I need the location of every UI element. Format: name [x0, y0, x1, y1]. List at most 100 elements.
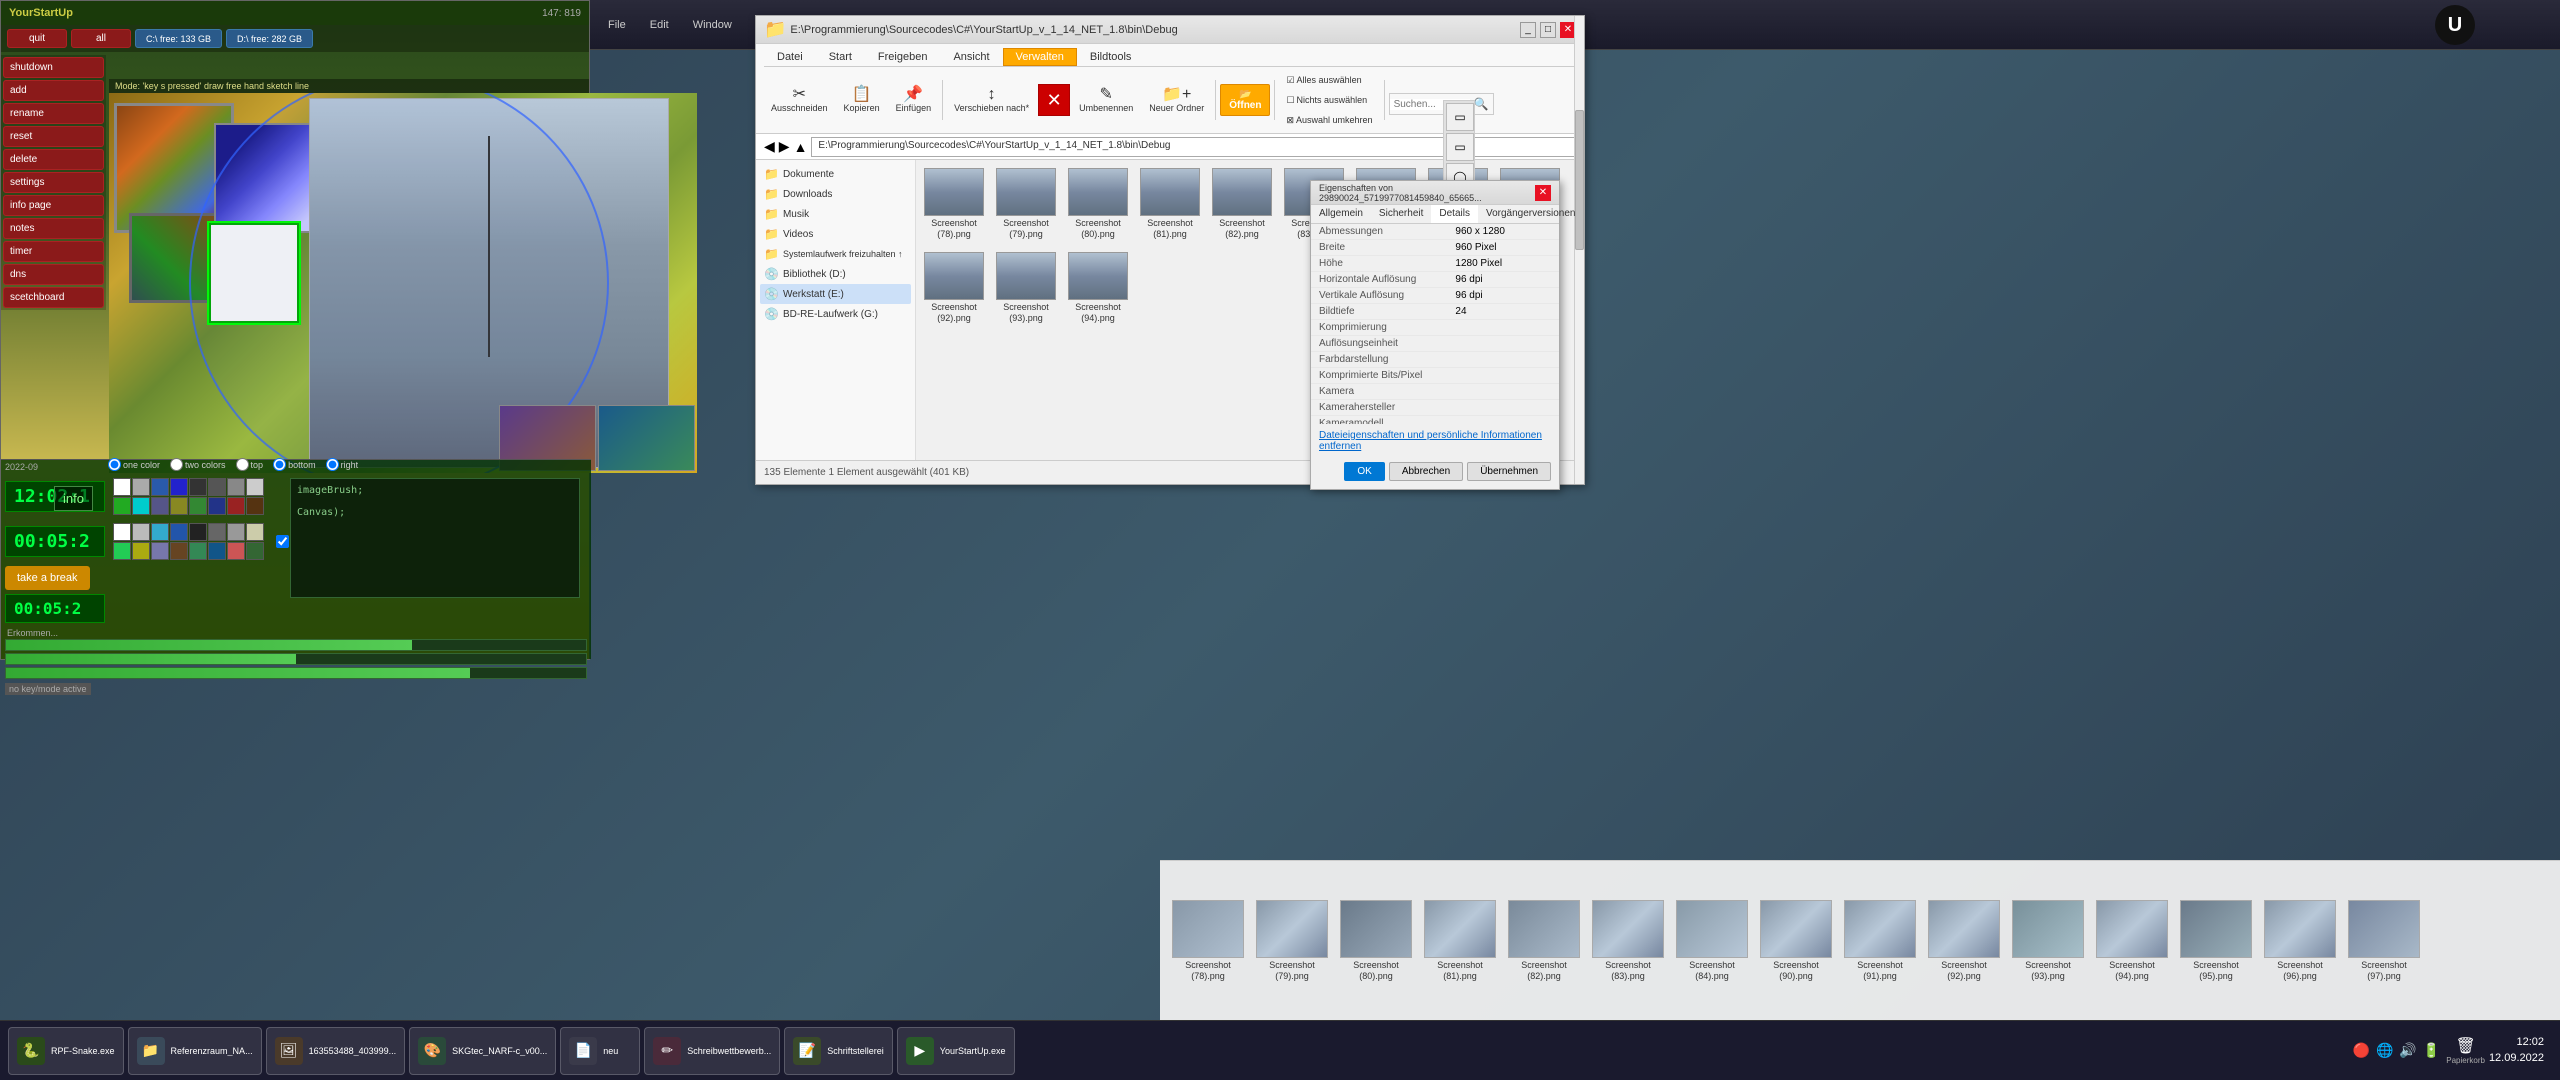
checkbox-1[interactable]	[276, 535, 289, 548]
taskbar-schreibwettbewerb[interactable]: ✏ Schreibwettbewerb...	[644, 1027, 780, 1075]
screenshot-79[interactable]: Screenshot(79).png	[1252, 897, 1332, 985]
screenshot-95[interactable]: Screenshot(95).png	[2176, 897, 2256, 985]
btn-loeschen[interactable]: ✕	[1038, 84, 1070, 116]
color2-teal[interactable]	[189, 542, 207, 560]
file-thumb-93[interactable]: Screenshot(93).png	[992, 248, 1060, 328]
taskbar-referenzraum[interactable]: 📁 Referenzraum_NA...	[128, 1027, 262, 1075]
props-ok-button[interactable]: OK	[1344, 462, 1384, 481]
color-green2[interactable]	[189, 497, 207, 515]
ue-menu-window[interactable]: Window	[685, 15, 740, 35]
screenshot-80[interactable]: Screenshot(80).png	[1336, 897, 1416, 985]
color2-yellow[interactable]	[132, 542, 150, 560]
btn-ausschneiden[interactable]: ✂ Ausschneiden	[764, 84, 835, 116]
screenshot-97[interactable]: Screenshot(97).png	[2344, 897, 2424, 985]
btn-nichts-ausw[interactable]: ☐ Nichts auswählen	[1279, 91, 1379, 109]
color-mid[interactable]	[208, 478, 226, 496]
nav-videos[interactable]: 📁 Videos	[760, 224, 911, 244]
color-green[interactable]	[113, 497, 131, 515]
color2-light[interactable]	[227, 523, 245, 541]
screenshot-92[interactable]: Screenshot(92).png	[1924, 897, 2004, 985]
taskbar-neu[interactable]: 📄 neu	[560, 1027, 640, 1075]
shutdown-button[interactable]: shutdown	[3, 57, 104, 78]
tab-start[interactable]: Start	[816, 48, 865, 66]
nav-musik[interactable]: 📁 Musik	[760, 204, 911, 224]
nav-bibliothek[interactable]: 💿 Bibliothek (D:)	[760, 264, 911, 284]
color2-cyan[interactable]	[151, 523, 169, 541]
color-blue[interactable]	[151, 478, 169, 496]
props-remove-link[interactable]: Dateieigenschaften und persönliche Infor…	[1319, 430, 1542, 452]
screenshot-83[interactable]: Screenshot(83).png	[1588, 897, 1668, 985]
btn-kopieren[interactable]: 📋 Kopieren	[837, 84, 887, 116]
btn-verschieben[interactable]: ↕ Verschieben nach*	[947, 84, 1036, 116]
color-white[interactable]	[113, 478, 131, 496]
props-apply-button[interactable]: Übernehmen	[1467, 462, 1551, 481]
screenshot-90[interactable]: Screenshot(90).png	[1756, 897, 1836, 985]
screenshot-82[interactable]: Screenshot(82).png	[1504, 897, 1584, 985]
tool-rect[interactable]: ▭	[1446, 103, 1474, 131]
props-tab-vorgaenger[interactable]: Vorgängerversionen	[1478, 205, 1584, 223]
btn-einfuegen[interactable]: 📌 Einfügen	[889, 84, 939, 116]
back-button[interactable]: ◀	[764, 138, 775, 155]
screenshot-81[interactable]: Screenshot(81).png	[1420, 897, 1500, 985]
color2-cream[interactable]	[246, 523, 264, 541]
canvas-area[interactable]	[109, 93, 697, 473]
settings-button[interactable]: settings	[3, 172, 104, 193]
color-lightest[interactable]	[246, 478, 264, 496]
tab-verwalten[interactable]: Verwalten	[1003, 48, 1077, 66]
file-thumb-94[interactable]: Screenshot(94).png	[1064, 248, 1132, 328]
file-thumb-92[interactable]: Screenshot(92).png	[920, 248, 988, 328]
notes-button[interactable]: notes	[3, 218, 104, 239]
file-thumb-79[interactable]: Screenshot(79).png	[992, 164, 1060, 244]
color-blue2[interactable]	[170, 478, 188, 496]
minimize-button[interactable]: _	[1520, 22, 1536, 38]
color-red[interactable]	[227, 497, 245, 515]
taskbar-skgtec[interactable]: 🎨 SKGtec_NARF-c_v00...	[409, 1027, 556, 1075]
add-button[interactable]: add	[3, 80, 104, 101]
ue-menu-edit[interactable]: Edit	[642, 15, 677, 35]
taskbar-rpf-snake[interactable]: 🐍 RPF-Snake.exe	[8, 1027, 124, 1075]
quit-button[interactable]: quit	[7, 29, 67, 48]
color2-white[interactable]	[113, 523, 131, 541]
nav-bdre[interactable]: 💿 BD-RE-Laufwerk (G:)	[760, 304, 911, 324]
btn-oeffnen[interactable]: 📂 Öffnen	[1220, 84, 1270, 116]
timer-button[interactable]: timer	[3, 241, 104, 262]
screenshot-91[interactable]: Screenshot(91).png	[1840, 897, 1920, 985]
color2-mid[interactable]	[208, 523, 226, 541]
color2-gray[interactable]	[132, 523, 150, 541]
recycle-bin-tray[interactable]: 🗑 Papierkorb	[2446, 1036, 2485, 1065]
screenshot-78[interactable]: Screenshot(78).png	[1168, 897, 1248, 985]
c-drive-button[interactable]: C:\ free: 133 GB	[135, 29, 222, 48]
radio-one-color[interactable]: one color	[108, 458, 160, 471]
screenshot-96[interactable]: Screenshot(96).png	[2260, 897, 2340, 985]
color-light[interactable]	[227, 478, 245, 496]
up-button[interactable]: ▲	[794, 139, 808, 155]
color-brown[interactable]	[246, 497, 264, 515]
maximize-button[interactable]: □	[1540, 22, 1556, 38]
scrollbar-thumb[interactable]	[1575, 110, 1584, 250]
radio-bottom[interactable]: bottom	[273, 458, 316, 471]
tab-bildtools[interactable]: Bildtools	[1077, 48, 1145, 66]
info-page-button[interactable]: info page	[3, 195, 104, 216]
rename-button[interactable]: rename	[3, 103, 104, 124]
d-drive-button[interactable]: D:\ free: 282 GB	[226, 29, 313, 48]
radio-right[interactable]: right	[326, 458, 359, 471]
color2-brown[interactable]	[170, 542, 188, 560]
radio-two-colors[interactable]: two colors	[170, 458, 226, 471]
color2-dark[interactable]	[189, 523, 207, 541]
delete-button[interactable]: delete	[3, 149, 104, 170]
file-thumb-78[interactable]: Screenshot(78).png	[920, 164, 988, 244]
props-tab-sicherheit[interactable]: Sicherheit	[1371, 205, 1431, 223]
nav-dokumente[interactable]: 📁 Dokumente	[760, 164, 911, 184]
color2-forest[interactable]	[246, 542, 264, 560]
file-thumb-81[interactable]: Screenshot(81).png	[1136, 164, 1204, 244]
screenshot-93[interactable]: Screenshot(93).png	[2008, 897, 2088, 985]
unreal-engine-icon[interactable]: U	[2435, 5, 2475, 45]
scrollbar-vertical[interactable]	[1574, 16, 1584, 484]
color2-green[interactable]	[113, 542, 131, 560]
take-break-button[interactable]: take a break	[5, 566, 90, 590]
color2-red[interactable]	[227, 542, 245, 560]
props-cancel-button[interactable]: Abbrechen	[1389, 462, 1463, 481]
file-thumb-82[interactable]: Screenshot(82).png	[1208, 164, 1276, 244]
color-cyan[interactable]	[132, 497, 150, 515]
ue-menu-file[interactable]: File	[600, 15, 634, 35]
